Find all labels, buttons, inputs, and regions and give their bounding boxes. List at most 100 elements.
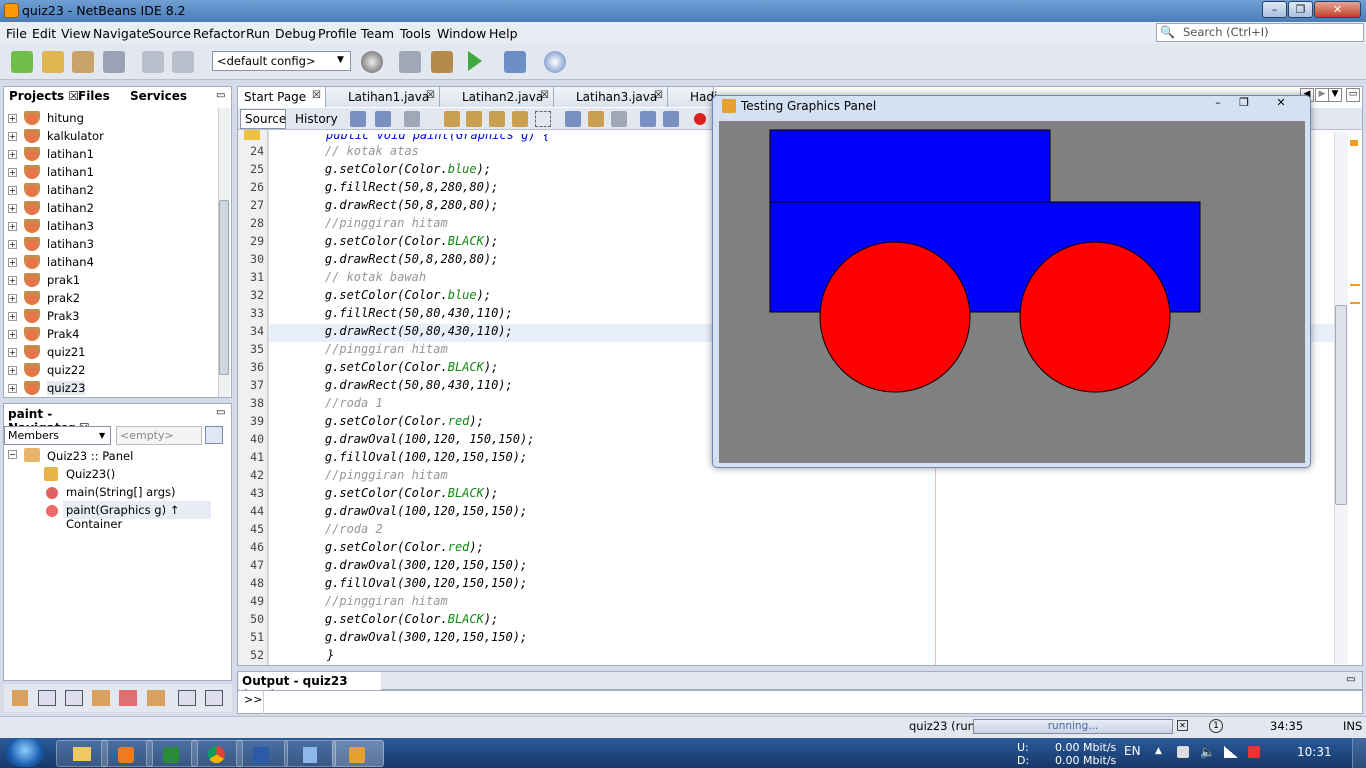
tree-item[interactable]: + prak1 [8,272,223,290]
tree-item[interactable]: + Prak4 [8,326,223,344]
code-line[interactable]: g.setColor(Color.blue); [296,162,491,180]
collapse-icon[interactable]: − [8,450,17,459]
menu-debug[interactable]: Debug [275,26,316,41]
last-edit-icon[interactable] [350,111,366,127]
maximize-button[interactable]: ❐ [1288,1,1313,18]
config-select[interactable]: <default config> [212,51,351,71]
static-icon[interactable] [65,690,83,706]
members-select[interactable]: Members [4,426,111,445]
warning-stripe[interactable] [1350,284,1360,286]
signal-icon[interactable] [1224,746,1238,758]
save-all-icon[interactable] [103,51,125,73]
record-macro-icon[interactable] [694,113,706,125]
tab-latihan1[interactable]: Latihan1.java ☒ [326,87,440,107]
minimize-output-icon[interactable]: ▭ [1346,674,1355,685]
code-line[interactable]: g.setColor(Color.red); [296,414,484,432]
code-line[interactable]: g.setColor(Color.BLACK); [296,612,498,630]
profile-icon[interactable] [544,51,566,73]
member-main[interactable]: main(String[] args) [66,485,176,499]
code-line[interactable]: //pinggiran hitam [296,594,448,612]
tray-expand-icon[interactable]: ▲ [1155,746,1162,756]
tree-item[interactable]: + latihan1 [8,146,223,164]
override-marker-icon[interactable] [244,130,260,140]
tree-item[interactable]: + latihan3 [8,236,223,254]
run-icon[interactable] [468,51,482,71]
warning-stripe[interactable] [1350,302,1360,304]
dialog-maximize-button[interactable]: ❐ [1232,96,1256,110]
code-line[interactable]: g.setColor(Color.BLACK); [296,234,498,252]
dialog-close-button[interactable]: ✕ [1259,96,1303,110]
rect-select-icon[interactable] [535,111,551,127]
find-icon[interactable] [444,111,460,127]
volume-icon[interactable]: 🔈 [1200,745,1215,759]
tree-item[interactable]: + prak2 [8,290,223,308]
history-button[interactable]: History [291,109,338,129]
tree-item[interactable]: + latihan2 [8,182,223,200]
sort-name-icon[interactable] [178,690,196,706]
tree-item-selected[interactable]: + quiz23 [8,380,223,398]
code-line[interactable]: g.fillRect(50,8,280,80); [296,180,498,198]
tree-item[interactable]: + latihan2 [8,200,223,218]
back-icon[interactable] [375,111,391,127]
code-line[interactable]: g.drawOval(100,120,150,150); [296,504,527,522]
tree-item[interactable]: + latihan4 [8,254,223,272]
empty-select[interactable]: <empty> [116,426,202,445]
globe-icon[interactable] [361,51,383,73]
app-taskbar-button[interactable] [284,740,336,767]
menu-file[interactable]: File [6,26,27,41]
code-line[interactable]: g.fillOval(300,120,150,150); [296,576,527,594]
cancel-task-icon[interactable]: ✕ [1177,720,1188,731]
tree-item[interactable]: + quiz22 [8,362,223,380]
chevron-down-icon[interactable]: ▼ [1328,88,1342,102]
toggle-bookmark-icon[interactable] [611,111,627,127]
tab-navigator[interactable]: paint - Navigator ☒ [5,405,113,435]
local-icon[interactable] [119,690,137,706]
tab-files[interactable]: Files [74,87,114,106]
menu-profile[interactable]: Profile [318,26,357,41]
shift-right-icon[interactable] [663,111,679,127]
filter-icon[interactable] [205,426,223,444]
tree-item[interactable]: + latihan3 [8,218,223,236]
code-line[interactable]: //pinggiran hitam [296,468,448,486]
tab-latihan2[interactable]: Latihan2.java ☒ [440,87,554,107]
warning-stripe[interactable] [1350,140,1358,146]
start-button[interactable] [6,739,44,767]
editor-scrollbar-thumb[interactable] [1335,305,1347,505]
code-line[interactable]: //roda 2 [296,522,383,540]
code-line[interactable]: g.setColor(Color.BLACK); [296,486,498,504]
maximize-editor-icon[interactable]: ▭ [1346,88,1360,102]
minimize-navigator-icon[interactable]: ▭ [216,407,225,418]
nonpublic-icon[interactable] [92,690,110,706]
forward-icon[interactable] [404,111,420,127]
tab-start-page[interactable]: Start Page ☒ [238,87,326,107]
code-line[interactable]: g.drawRect(50,8,280,80); [296,252,498,270]
fields-icon[interactable] [38,690,56,706]
minimize-panel-icon[interactable]: ▭ [216,90,225,101]
code-line[interactable]: g.drawOval(100,120, 150,150); [296,432,535,450]
code-line[interactable]: g.drawRect(50,8,280,80); [296,198,498,216]
find-previous-icon[interactable] [466,111,482,127]
tab-services[interactable]: Services [126,87,191,106]
close-button[interactable]: ✕ [1314,1,1361,18]
code-line[interactable]: //pinggiran hitam [296,216,448,234]
fqn-icon[interactable] [147,690,165,706]
menu-run[interactable]: Run [246,26,270,41]
java-taskbar-button[interactable] [332,740,384,767]
word-taskbar-button[interactable] [236,740,288,767]
code-line[interactable]: g.fillOval(100,120,150,150); [296,450,527,468]
chevron-right-icon[interactable]: ▶ [1315,88,1329,102]
code-line[interactable]: g.setColor(Color.red); [296,540,484,558]
menu-refactor[interactable]: Refactor [193,26,245,41]
member-constructor[interactable]: Quiz23() [66,467,115,481]
menu-navigate[interactable]: Navigate [93,26,149,41]
sort-source-icon[interactable] [205,690,223,706]
code-line[interactable]: // kotak atas [296,144,419,162]
device-icon[interactable] [1177,746,1189,758]
tab-hadi[interactable]: Hadi [668,87,717,107]
menu-team[interactable]: Team [361,26,394,41]
code-line[interactable]: //pinggiran hitam [296,342,448,360]
redo-icon[interactable] [172,51,194,73]
minimize-button[interactable]: – [1262,1,1287,18]
code-line[interactable]: g.drawOval(300,120,150,150); [296,630,527,648]
new-file-icon[interactable] [11,51,33,73]
